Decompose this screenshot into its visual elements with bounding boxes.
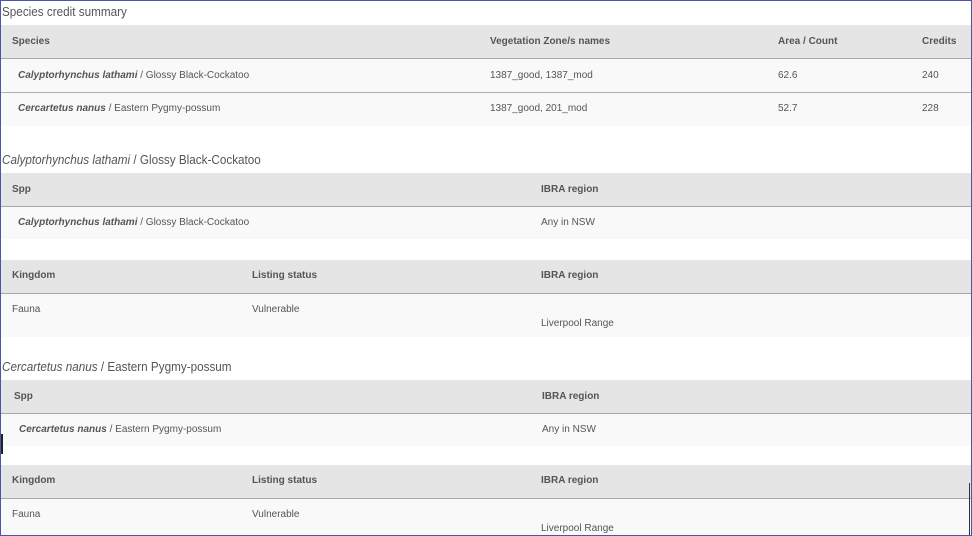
- kingdom-cell: Fauna: [12, 304, 41, 315]
- section-common-name: / Glossy Black-Cockatoo: [130, 152, 261, 167]
- kingdom-row: Fauna Vulnerable Liverpool Range: [1, 294, 971, 337]
- species-cell: Cercartetus nanus / Eastern Pygmy-possum: [18, 103, 220, 114]
- listing-cell: Vulnerable: [252, 509, 300, 520]
- area-cell: 52.7: [778, 103, 798, 114]
- section-sci-name: Cercartetus nanus: [2, 359, 98, 374]
- kingdom-header: Kingdom: [12, 270, 56, 281]
- spp-sci-name: Cercartetus nanus: [19, 424, 107, 435]
- spp-common-name: / Eastern Pygmy-possum: [106, 424, 222, 435]
- spp-cell: Calyptorhynchus lathami / Glossy Black-C…: [18, 217, 249, 228]
- ibra-header: IBRA region: [541, 270, 599, 281]
- spp-header-row: Spp IBRA region: [1, 380, 971, 414]
- region-cell: Liverpool Range: [541, 318, 614, 329]
- spp-common-name: / Glossy Black-Cockatoo: [137, 217, 250, 228]
- species-section-title: Cercartetus nanus / Eastern Pygmy-possum: [2, 359, 232, 374]
- ibra-header: IBRA region: [541, 475, 599, 486]
- kingdom-header: Kingdom: [12, 475, 56, 486]
- col-species-header: Species: [12, 36, 50, 47]
- listing-cell: Vulnerable: [252, 304, 300, 315]
- spp-header: Spp: [14, 391, 33, 402]
- species-sci-name: Calyptorhynchus lathami: [18, 70, 138, 81]
- col-zones-header: Vegetation Zone/s names: [490, 36, 611, 47]
- report-frame: Species credit summary Species Vegetatio…: [0, 0, 972, 536]
- kingdom-header-row: Kingdom Listing status IBRA region: [1, 465, 971, 499]
- species-section-title: Calyptorhynchus lathami / Glossy Black-C…: [2, 152, 261, 167]
- summary-title: Species credit summary: [2, 4, 127, 19]
- section-sci-name: Calyptorhynchus lathami: [2, 152, 131, 167]
- spp-header-row: Spp IBRA region: [1, 173, 971, 207]
- species-cell: Calyptorhynchus lathami / Glossy Black-C…: [18, 70, 249, 81]
- species-common-name: / Eastern Pygmy-possum: [105, 103, 221, 114]
- credits-cell: 228: [922, 103, 939, 114]
- species-common-name: / Glossy Black-Cockatoo: [137, 70, 250, 81]
- listing-header: Listing status: [252, 475, 318, 486]
- kingdom-header-row: Kingdom Listing status IBRA region: [1, 260, 971, 294]
- species-sci-name: Cercartetus nanus: [18, 103, 106, 114]
- zones-cell: 1387_good, 201_mod: [490, 103, 588, 114]
- credits-cell: 240: [922, 70, 939, 81]
- area-cell: 62.6: [778, 70, 798, 81]
- zones-cell: 1387_good, 1387_mod: [490, 70, 593, 81]
- right-edge-marker: [969, 483, 970, 535]
- left-edge-marker: [1, 434, 3, 454]
- table-row: Cercartetus nanus / Eastern Pygmy-possum…: [1, 93, 971, 126]
- spp-row: Cercartetus nanus / Eastern Pygmy-possum…: [1, 414, 971, 446]
- ibra-header: IBRA region: [542, 391, 600, 402]
- col-area-header: Area / Count: [778, 36, 838, 47]
- ibra-header: IBRA region: [541, 184, 599, 195]
- kingdom-cell: Fauna: [12, 509, 41, 520]
- spp-header: Spp: [12, 184, 31, 195]
- kingdom-row: Fauna Vulnerable Liverpool Range: [1, 499, 971, 535]
- col-credits-header: Credits: [922, 36, 957, 47]
- table-row: Calyptorhynchus lathami / Glossy Black-C…: [1, 59, 971, 93]
- spp-row: Calyptorhynchus lathami / Glossy Black-C…: [1, 207, 971, 239]
- listing-header: Listing status: [252, 270, 318, 281]
- spp-cell: Cercartetus nanus / Eastern Pygmy-possum: [19, 424, 221, 435]
- section-common-name: / Eastern Pygmy-possum: [97, 359, 232, 374]
- ibra-cell: Any in NSW: [541, 217, 595, 228]
- summary-header-row: Species Vegetation Zone/s names Area / C…: [1, 25, 971, 59]
- ibra-cell: Any in NSW: [542, 424, 596, 435]
- region-cell: Liverpool Range: [541, 523, 614, 534]
- spp-sci-name: Calyptorhynchus lathami: [18, 217, 138, 228]
